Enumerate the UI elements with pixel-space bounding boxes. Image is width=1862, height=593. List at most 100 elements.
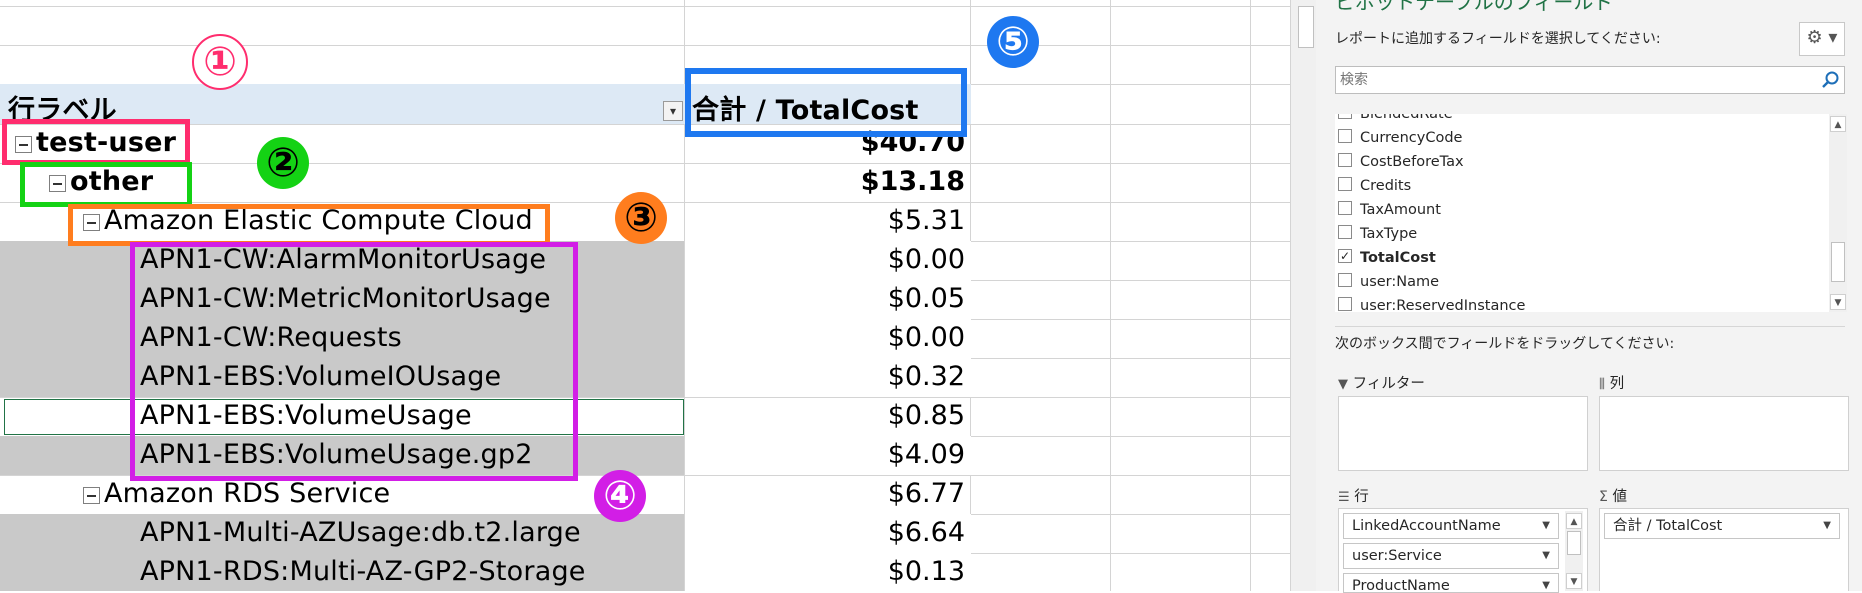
row-field-pill[interactable]: LinkedAccountName ▼ bbox=[1343, 513, 1559, 539]
sheet-scroll-thumb[interactable] bbox=[1298, 6, 1314, 48]
checkbox[interactable] bbox=[1338, 177, 1352, 191]
filter-label: フィルター bbox=[1352, 376, 1425, 392]
checkbox[interactable] bbox=[1338, 225, 1352, 239]
row-field-pill[interactable]: user:Service ▼ bbox=[1343, 543, 1559, 569]
filter-drop-area[interactable] bbox=[1338, 396, 1588, 471]
row-border bbox=[0, 6, 1290, 7]
row-value: $4.09 bbox=[887, 439, 965, 470]
field-item[interactable]: TaxType bbox=[1335, 222, 1417, 246]
annotation-box-4 bbox=[130, 242, 578, 481]
scroll-thumb[interactable] bbox=[1831, 242, 1845, 282]
row-value: $5.31 bbox=[887, 205, 965, 236]
chevron-down-icon[interactable]: ▼ bbox=[1542, 514, 1550, 538]
rows-icon: ☰ bbox=[1338, 490, 1350, 505]
scroll-down-icon[interactable]: ▼ bbox=[1830, 294, 1846, 310]
pivot-row[interactable]: APN1-Multi-AZUsage:db.t2.large $6.64 bbox=[0, 514, 971, 553]
scroll-up-icon[interactable]: ▲ bbox=[1566, 513, 1582, 529]
row-value: $6.64 bbox=[887, 517, 965, 548]
field-name: CurrencyCode bbox=[1360, 130, 1463, 146]
row-label: APN1-Multi-AZUsage:db.t2.large bbox=[140, 517, 581, 548]
field-list-scrollbar[interactable]: ▲ ▼ bbox=[1829, 114, 1847, 312]
row-value: $0.13 bbox=[887, 556, 965, 587]
drag-instruction: 次のボックス間でフィールドをドラッグしてください: bbox=[1335, 336, 1675, 352]
checkbox[interactable] bbox=[1338, 114, 1352, 119]
annotation-box-5 bbox=[685, 68, 967, 137]
row-value: $0.85 bbox=[887, 400, 965, 431]
search-icon[interactable] bbox=[1820, 70, 1840, 90]
field-item[interactable]: CurrencyCode bbox=[1335, 126, 1462, 150]
sheet-vertical-scrollbar[interactable] bbox=[1290, 0, 1317, 591]
annotation-number-1: ① bbox=[192, 34, 248, 90]
value-field-pill[interactable]: 合計 / TotalCost ▼ bbox=[1604, 513, 1840, 539]
field-search[interactable] bbox=[1335, 66, 1845, 94]
annotation-box-2 bbox=[20, 162, 192, 207]
field-item[interactable]: user:ReservedInstance bbox=[1335, 294, 1525, 312]
column-border bbox=[1110, 0, 1111, 591]
field-name: TaxAmount bbox=[1360, 202, 1441, 218]
row-value: $6.77 bbox=[887, 478, 965, 509]
row-value: $0.32 bbox=[887, 361, 965, 392]
field-item[interactable]: Credits bbox=[1335, 174, 1411, 198]
field-item[interactable]: user:Name bbox=[1335, 270, 1439, 294]
annotation-number-5: ⑤ bbox=[987, 16, 1039, 68]
field-name: user:Name bbox=[1360, 274, 1440, 290]
sigma-icon: Σ bbox=[1599, 489, 1608, 505]
rows-area-scrollbar[interactable]: ▲ ▼ bbox=[1565, 511, 1583, 591]
checkbox[interactable] bbox=[1338, 297, 1352, 311]
field-item-checked[interactable]: ✓ TotalCost bbox=[1335, 246, 1436, 270]
collapse-icon[interactable] bbox=[83, 487, 100, 504]
field-item[interactable]: TaxAmount bbox=[1335, 198, 1441, 222]
filter-icon: ▼ bbox=[1338, 377, 1348, 392]
chevron-down-icon[interactable]: ▼ bbox=[1823, 514, 1831, 538]
field-item[interactable]: CostBeforeTax bbox=[1335, 150, 1464, 174]
columns-drop-area[interactable] bbox=[1599, 396, 1849, 471]
values-area-title: Σ 値 bbox=[1599, 485, 1627, 506]
row-field-pill[interactable]: ProductName ▼ bbox=[1343, 573, 1559, 593]
pivot-field-panel: ピボットテーブルのフィールド レポートに追加するフィールドを選択してください: … bbox=[1316, 0, 1862, 593]
checkbox[interactable] bbox=[1338, 129, 1352, 143]
chevron-down-icon[interactable]: ▼ bbox=[1542, 574, 1550, 592]
annotation-number-4: ④ bbox=[594, 470, 646, 522]
spreadsheet-grid[interactable]: 行ラベル 合計 / TotalCost ▾ test-user $40.70 o… bbox=[0, 0, 1290, 591]
columns-area-title: ⫼ 列 bbox=[1599, 372, 1624, 393]
field-name: BlendedRate bbox=[1360, 114, 1453, 122]
row-field-name: user:Service bbox=[1352, 548, 1442, 564]
chevron-down-icon[interactable]: ▼ bbox=[1542, 544, 1550, 568]
field-list[interactable]: BlendedRate CurrencyCode CostBeforeTax C… bbox=[1335, 114, 1829, 312]
pivot-row[interactable]: APN1-RDS:Multi-AZ-GP2-Storage $0.13 bbox=[0, 553, 971, 591]
row-border bbox=[0, 45, 1290, 46]
row-value: $13.18 bbox=[860, 166, 965, 197]
rows-label: 行 bbox=[1354, 489, 1369, 505]
field-name: CostBeforeTax bbox=[1360, 154, 1464, 170]
field-name: TotalCost bbox=[1360, 250, 1436, 266]
columns-label: 列 bbox=[1609, 376, 1625, 392]
divider bbox=[1335, 326, 1845, 327]
annotation-box-1 bbox=[2, 119, 190, 165]
rows-area-title: ☰ 行 bbox=[1338, 485, 1369, 506]
panel-instruction: レポートに追加するフィールドを選択してください: bbox=[1335, 31, 1661, 47]
row-label: APN1-RDS:Multi-AZ-GP2-Storage bbox=[140, 556, 586, 587]
column-border bbox=[1250, 0, 1251, 591]
value-field-name: 合計 / TotalCost bbox=[1613, 518, 1723, 534]
scroll-thumb[interactable] bbox=[1567, 531, 1581, 555]
checkbox[interactable] bbox=[1338, 273, 1352, 287]
search-input[interactable] bbox=[1340, 70, 1800, 90]
checkmark-icon[interactable]: ✓ bbox=[1338, 249, 1352, 263]
checkbox[interactable] bbox=[1338, 153, 1352, 167]
row-filter-dropdown-icon[interactable]: ▾ bbox=[663, 101, 683, 121]
values-label: 値 bbox=[1612, 489, 1627, 505]
field-name: TaxType bbox=[1360, 226, 1418, 242]
annotation-number-2: ② bbox=[257, 137, 309, 189]
scroll-up-icon[interactable]: ▲ bbox=[1830, 116, 1846, 132]
field-name: Credits bbox=[1360, 178, 1412, 194]
panel-title: ピボットテーブルのフィールド bbox=[1335, 0, 1614, 14]
row-value: $0.00 bbox=[887, 322, 965, 353]
scroll-down-icon[interactable]: ▼ bbox=[1566, 573, 1582, 589]
values-drop-area[interactable]: 合計 / TotalCost ▼ bbox=[1599, 508, 1849, 591]
field-item[interactable]: BlendedRate bbox=[1335, 114, 1453, 126]
gear-icon[interactable]: ⚙ ▾ bbox=[1799, 22, 1845, 56]
columns-icon: ⫼ bbox=[1599, 377, 1605, 392]
rows-drop-area[interactable]: LinkedAccountName ▼ user:Service ▼ Product… bbox=[1338, 508, 1588, 593]
row-field-name: LinkedAccountName bbox=[1352, 518, 1501, 534]
checkbox[interactable] bbox=[1338, 201, 1352, 215]
